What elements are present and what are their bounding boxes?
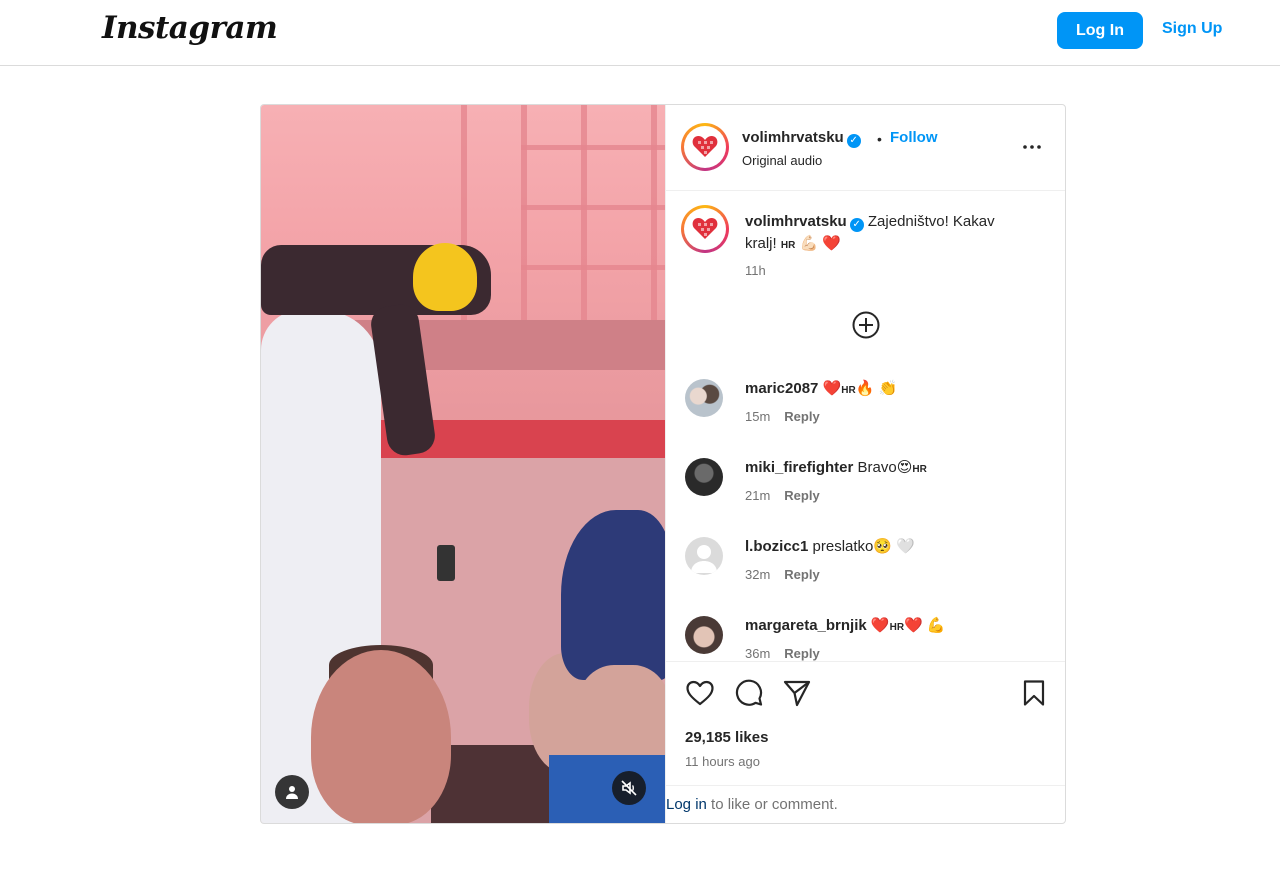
signup-link[interactable]: Sign Up [1162,20,1222,38]
comment-time: 36m [745,646,771,661]
share-send-icon[interactable] [782,678,812,708]
flag-hr: HR [889,622,905,633]
login-prompt-text: to like or comment. [711,796,838,813]
login-prompt: Log in to like or comment. [666,785,1065,823]
crowd-face [311,650,451,823]
post-video[interactable] [261,105,665,823]
comment-time: 15m [745,409,771,424]
like-heart-icon[interactable] [685,678,715,708]
comment-bubble-icon[interactable] [734,678,764,708]
heart-logo-icon [692,218,718,239]
login-link[interactable]: Log in [666,796,707,813]
user-tag-icon[interactable] [275,775,309,809]
caption-line2: kralj! [745,235,777,252]
comment-text: Bravo😍 [857,459,913,476]
login-button[interactable]: Log In [1057,12,1143,49]
likes-count[interactable]: 29,185 likes [685,729,768,746]
comment-emoji: 🔥 👏 [855,380,898,397]
instagram-logo[interactable]: Instagram [102,10,278,46]
kid-hat [561,510,665,680]
comment-item: miki_firefighter Bravo😍HR 21m Reply [666,452,1065,522]
load-more-comments-icon[interactable] [851,310,881,340]
top-nav: Instagram Log In Sign Up [0,0,1280,66]
verified-badge-icon: ✓ [849,218,864,232]
avatar[interactable] [681,123,729,171]
post-sidebar: volimhrvatsku ✓ • Follow Original audio v… [665,105,1065,823]
comment-username[interactable]: margareta_brnjik [745,617,867,634]
action-bar [666,661,1065,723]
comment-emoji: ❤️ [870,617,890,634]
post-username[interactable]: volimhrvatsku [742,129,844,146]
flag-hr: HR [912,464,927,475]
reply-button[interactable]: Reply [784,488,819,503]
comment-emoji: ❤️ 💪 [904,617,946,634]
avatar[interactable] [685,379,723,417]
caption-emoji: 💪🏻 ❤️ [799,235,841,252]
avatar[interactable] [685,458,723,496]
default-avatar-icon[interactable] [685,537,723,575]
comment-username[interactable]: l.bozicc1 [745,538,808,555]
caption-line1: Zajedništvo! Kakav [867,213,995,230]
comment-username[interactable]: miki_firefighter [745,459,853,476]
post-card: volimhrvatsku ✓ • Follow Original audio v… [260,104,1066,824]
comment-emoji: ❤️ [822,380,842,397]
reply-button[interactable]: Reply [784,646,819,661]
reply-button[interactable]: Reply [784,567,819,582]
comment-item: l.bozicc1 preslatko🥺 🤍 32m Reply [666,531,1065,601]
phone-shape [437,545,455,581]
comment-time: 32m [745,567,771,582]
comment-time: 21m [745,488,771,503]
avatar[interactable] [681,205,729,253]
comment-username[interactable]: maric2087 [745,380,818,397]
verified-badge-icon: ✓ [846,134,861,148]
audio-link[interactable]: Original audio [742,153,822,168]
flag-hr: HR [780,240,796,251]
reply-button[interactable]: Reply [784,409,819,424]
separator-dot: • [877,131,882,147]
comment-text: preslatko🥺 🤍 [812,538,915,555]
comment-item: margareta_brnjik ❤️HR❤️ 💪 36m Reply [666,610,1065,661]
caption-text: volimhrvatsku ✓ Zajedništvo! Kakav kralj!… [745,211,1045,257]
post-time-ago: 11 hours ago [685,754,760,769]
kid-coat [549,755,665,823]
heart-logo-icon [692,136,718,157]
post-header: volimhrvatsku ✓ • Follow Original audio [666,105,1065,191]
save-bookmark-icon[interactable] [1019,678,1049,708]
helmet-shape [413,243,477,311]
comment-item: maric2087 ❤️HR🔥 👏 15m Reply [666,373,1065,443]
caption-time: 11h [745,263,766,278]
flag-hr: HR [841,385,856,396]
scaffold-shape [461,105,665,335]
follow-button[interactable]: Follow [890,129,938,146]
muted-icon[interactable] [612,771,646,805]
caption-username[interactable]: volimhrvatsku [745,213,847,230]
more-options-icon[interactable] [1020,135,1044,159]
avatar[interactable] [685,616,723,654]
